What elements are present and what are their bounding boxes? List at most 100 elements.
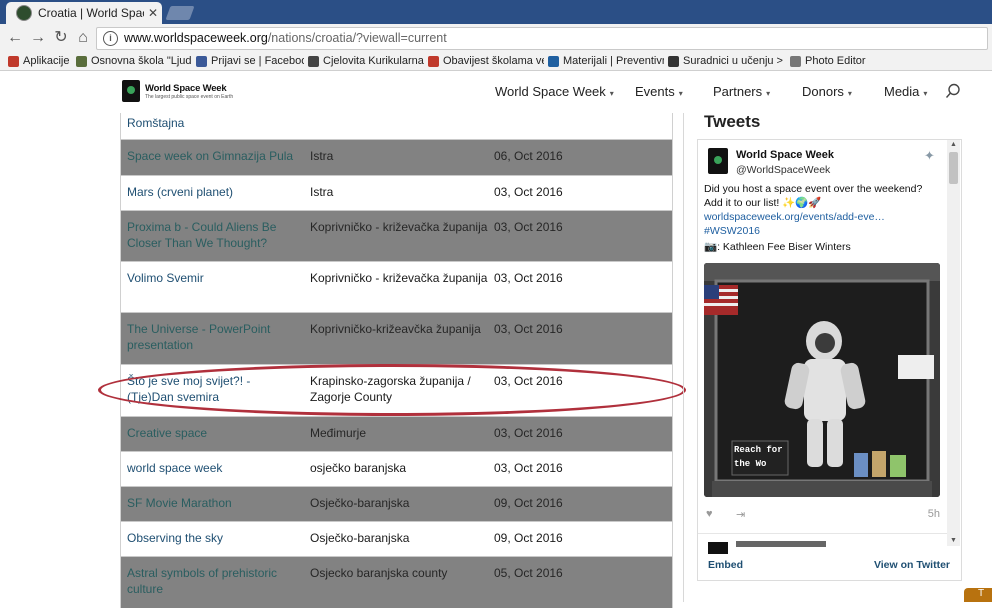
tab-title: Croatia | World Space We bbox=[38, 6, 144, 20]
table-row: Volimo Svemir Koprivničko - križevačka žu… bbox=[121, 261, 672, 312]
event-region: Međimurje bbox=[310, 426, 367, 440]
event-name-link[interactable]: Space week on Gimnazija Pula bbox=[127, 148, 297, 164]
bookmark-favicon-icon bbox=[790, 55, 801, 67]
event-name-link[interactable]: SF Movie Marathon bbox=[127, 495, 297, 511]
forward-arrow-icon[interactable]: → bbox=[28, 28, 48, 48]
event-date: 03, Oct 2016 bbox=[494, 271, 563, 285]
event-region: Koprivničko - križevačka županija bbox=[310, 271, 488, 285]
bookmark-item[interactable]: Osnovna škola "Ljude bbox=[76, 53, 192, 69]
nav-events[interactable]: Events ▾ bbox=[635, 84, 683, 99]
bookmark-favicon-icon bbox=[76, 55, 87, 67]
home-icon[interactable]: ⌂ bbox=[73, 28, 93, 48]
event-date: 03, Oct 2016 bbox=[494, 374, 563, 388]
nav-world-space-week[interactable]: World Space Week ▾ bbox=[495, 84, 614, 99]
embed-link[interactable]: Embed bbox=[708, 559, 743, 571]
event-name-link[interactable]: Proxima b - Could Aliens Be Closer Than … bbox=[127, 219, 297, 251]
event-name-link[interactable]: Mars (crveni planet) bbox=[127, 184, 297, 200]
bookmark-favicon-icon bbox=[668, 55, 679, 67]
logo-subtitle: The largest public space event on Earth bbox=[145, 93, 234, 100]
event-name-link[interactable]: Što je sve moj svijet?! - (Tje)Dan svemi… bbox=[127, 373, 297, 405]
site-favicon-icon bbox=[16, 5, 32, 21]
event-name-link[interactable]: The Universe - PowerPoint presentation bbox=[127, 321, 297, 353]
browser-tab-active[interactable]: Croatia | World Space We ✕ bbox=[6, 2, 162, 24]
chevron-down-icon: ▾ bbox=[678, 89, 683, 98]
like-heart-icon[interactable]: ♥ bbox=[706, 508, 713, 520]
tweet-photo[interactable]: Reach for the Wo bbox=[704, 263, 940, 497]
event-date: 03, Oct 2016 bbox=[494, 185, 563, 199]
nav-partners[interactable]: Partners ▾ bbox=[713, 84, 770, 99]
scroll-down-icon[interactable]: ▼ bbox=[947, 536, 960, 546]
bookmark-favicon-icon bbox=[8, 55, 19, 67]
chevron-down-icon: ▾ bbox=[609, 89, 614, 98]
table-row: world space week osječko baranjska 03, Oct… bbox=[121, 451, 672, 486]
tweet-author-handle[interactable]: @WorldSpaceWeek bbox=[736, 164, 830, 176]
tweet-divider bbox=[698, 533, 948, 534]
avatar[interactable] bbox=[708, 148, 728, 174]
url-path: /nations/croatia/?viewall=current bbox=[267, 31, 447, 45]
event-name-link[interactable]: Astral symbols of prehistoric culture bbox=[127, 565, 297, 597]
logo-title: World Space Week bbox=[145, 82, 227, 94]
twitter-bird-icon[interactable]: ✦ bbox=[924, 148, 935, 164]
table-row: The Universe - PowerPoint presentation Ko… bbox=[121, 312, 672, 364]
tweet-author-name[interactable]: World Space Week bbox=[736, 149, 834, 161]
view-on-twitter-link[interactable]: View on Twitter bbox=[874, 559, 950, 571]
table-row-partial: Romštajna bbox=[121, 113, 672, 139]
table-row: Observing the sky Osječko-baranjska 09, Oc… bbox=[121, 521, 672, 556]
tweet-timestamp[interactable]: 5h bbox=[928, 508, 940, 520]
event-date: 03, Oct 2016 bbox=[494, 461, 563, 475]
photo-sign-text: Reach for the Wo bbox=[734, 445, 783, 469]
site-logo[interactable]: World Space Week The largest public spac… bbox=[122, 80, 233, 102]
twitter-timeline: World Space Week @WorldSpaceWeek ✦ Did y… bbox=[697, 139, 962, 581]
event-region: Osječko-baranjska bbox=[310, 531, 410, 545]
event-region: osječko baranjska bbox=[310, 461, 407, 475]
next-tweet-name bbox=[736, 541, 826, 547]
table-row: SF Movie Marathon Osječko-baranjska 09, Oc… bbox=[121, 486, 672, 521]
events-table: Romštajna Space week on Gimnazija Pula Is… bbox=[120, 113, 673, 608]
address-bar[interactable]: i www.worldspaceweek.org/nations/croatia… bbox=[96, 27, 988, 50]
event-region: Istra bbox=[310, 149, 334, 163]
tweet-hashtag[interactable]: #WSW2016 bbox=[704, 225, 760, 237]
share-icon[interactable]: ⇥ bbox=[736, 508, 745, 521]
event-name-link[interactable]: Romštajna bbox=[127, 115, 297, 131]
bookmark-label: Suradnici u učenju > S bbox=[683, 55, 786, 67]
new-tab-button[interactable] bbox=[165, 6, 195, 20]
event-name-link[interactable]: Creative space bbox=[127, 425, 297, 441]
tweet-photo-credit: 📷: Kathleen Fee Biser Winters bbox=[704, 241, 851, 253]
bookmark-item[interactable]: Obavijest školama vez bbox=[428, 53, 544, 69]
event-region: Osječko-baranjska bbox=[310, 496, 410, 510]
bookmark-item[interactable]: Aplikacije bbox=[8, 53, 72, 69]
corner-feedback-tab[interactable]: T bbox=[964, 588, 992, 602]
event-name-link[interactable]: Observing the sky bbox=[127, 530, 297, 546]
event-region: Koprivničko-križeavčka županija bbox=[310, 322, 481, 336]
reload-icon[interactable]: ↻ bbox=[51, 28, 71, 48]
timeline-scrollbar[interactable]: ▲ ▼ bbox=[947, 140, 960, 546]
tab-close-icon[interactable]: ✕ bbox=[144, 6, 162, 20]
scroll-up-icon[interactable]: ▲ bbox=[947, 140, 960, 150]
site-info-icon[interactable]: i bbox=[103, 31, 118, 46]
table-row: Astral symbols of prehistoric culture Osj… bbox=[121, 556, 672, 608]
scroll-thumb[interactable] bbox=[949, 152, 958, 184]
event-date: 06, Oct 2016 bbox=[494, 149, 563, 163]
search-icon[interactable] bbox=[945, 83, 961, 99]
tweet-link[interactable]: worldspaceweek.org/events/add-eve… bbox=[704, 211, 885, 223]
bookmark-label: Obavijest školama vez bbox=[443, 55, 544, 67]
bookmark-item[interactable]: Suradnici u učenju > S bbox=[668, 53, 786, 69]
event-date: 09, Oct 2016 bbox=[494, 531, 563, 545]
bookmark-item[interactable]: Cjelovita Kurikularna F bbox=[308, 53, 424, 69]
event-date: 03, Oct 2016 bbox=[494, 426, 563, 440]
bookmark-item[interactable]: Materijali | Preventivn bbox=[548, 53, 664, 69]
table-row: Space week on Gimnazija Pula Istra 06, Oct… bbox=[121, 139, 672, 175]
event-name-link[interactable]: Volimo Svemir bbox=[127, 270, 297, 286]
bookmark-label: Aplikacije bbox=[23, 55, 70, 67]
back-arrow-icon[interactable]: ← bbox=[5, 28, 25, 48]
event-name-link[interactable]: world space week bbox=[127, 460, 297, 476]
nav-donors[interactable]: Donors ▾ bbox=[802, 84, 852, 99]
tweet-body: Did you host a space event over the week… bbox=[704, 183, 923, 209]
chevron-down-icon: ▾ bbox=[923, 89, 928, 98]
bookmark-item[interactable]: Prijavi se | Facebook bbox=[196, 53, 304, 69]
nav-media[interactable]: Media ▾ bbox=[884, 84, 927, 99]
bookmark-label: Osnovna škola "Ljude bbox=[91, 55, 192, 67]
bookmarks-bar: Aplikacije Osnovna škola "Ljude Prijavi se… bbox=[0, 52, 992, 71]
event-region: Krapinsko-zagorska županija / Zagorje Co… bbox=[310, 374, 471, 404]
bookmark-item[interactable]: Photo Editor bbox=[790, 53, 880, 69]
